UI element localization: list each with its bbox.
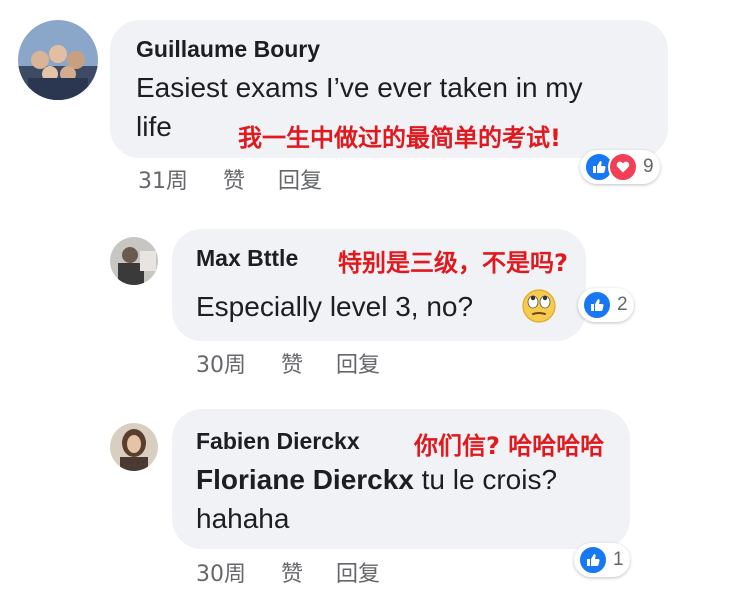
translation-annotation: 特别是三级，不是吗?: [338, 249, 568, 277]
reaction-summary[interactable]: 9: [580, 150, 660, 184]
like-link[interactable]: 赞: [281, 347, 303, 379]
avatar-max[interactable]: [110, 237, 158, 285]
comment-timestamp[interactable]: 30周: [196, 347, 246, 379]
reply-link[interactable]: 回复: [336, 347, 380, 379]
like-link[interactable]: 赞: [223, 163, 245, 195]
comment-actions: 30周 赞 回复: [196, 347, 380, 379]
eye-roll-emoji: [521, 288, 557, 324]
comment-text: life: [136, 111, 172, 142]
avatar-fabien[interactable]: [110, 423, 158, 471]
reply-link[interactable]: 回复: [336, 556, 380, 588]
like-icon: [578, 545, 608, 575]
comment-author[interactable]: Max Bttle: [196, 245, 298, 272]
comment-text: Easiest exams I’ve ever taken in my: [136, 72, 583, 103]
translation-annotation: 你们信? 哈哈哈哈: [414, 432, 605, 460]
comment-text: Floriane Dierckx tu le crois?: [196, 460, 557, 499]
translation-annotation: 我一生中做过的最简单的考试!: [238, 124, 561, 152]
like-icon: [582, 290, 612, 320]
reaction-count: 1: [613, 549, 624, 570]
reaction-summary[interactable]: 1: [574, 543, 630, 577]
mention-link[interactable]: Floriane Dierckx: [196, 464, 414, 495]
comment-author[interactable]: Fabien Dierckx: [196, 428, 360, 455]
comment-text: Especially level 3, no?: [196, 291, 474, 322]
avatar-guillaume[interactable]: [18, 20, 98, 100]
heart-icon: [608, 152, 638, 182]
comment-timestamp[interactable]: 31周: [138, 163, 188, 195]
comment-author[interactable]: Guillaume Boury: [136, 36, 320, 63]
comment-actions: 30周 赞 回复: [196, 556, 380, 588]
like-link[interactable]: 赞: [281, 556, 303, 588]
comment-text: hahaha: [196, 503, 290, 534]
comment-actions: 31周 赞 回复: [138, 163, 322, 195]
comment-timestamp[interactable]: 30周: [196, 556, 246, 588]
comment-text-rest: tu le crois?: [413, 464, 558, 495]
reaction-summary[interactable]: 2: [578, 288, 634, 322]
reaction-count: 2: [617, 294, 628, 315]
reply-link[interactable]: 回复: [278, 163, 322, 195]
reaction-count: 9: [643, 156, 654, 177]
